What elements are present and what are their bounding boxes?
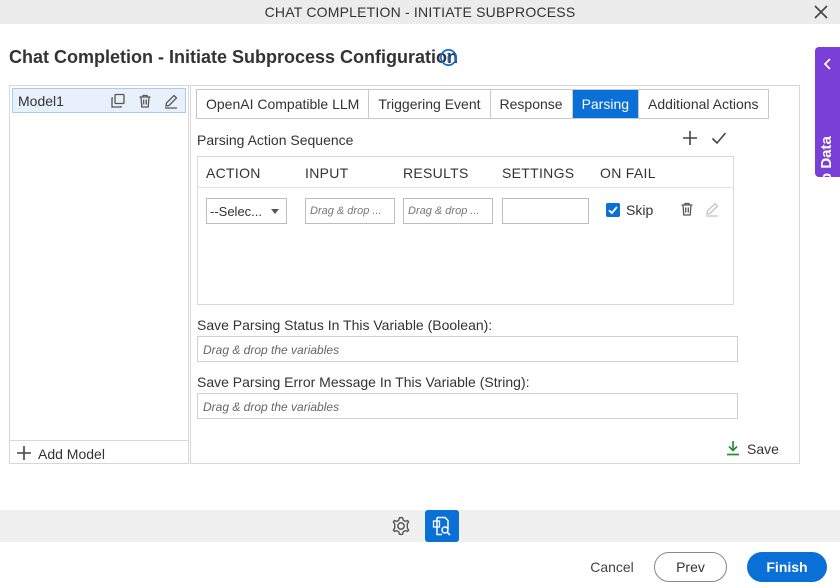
tab-response[interactable]: Response	[490, 90, 573, 118]
add-row-icon[interactable]	[682, 130, 698, 146]
plus-icon	[17, 446, 31, 460]
prev-button[interactable]: Prev	[654, 552, 727, 582]
status-variable-label: Save Parsing Status In This Variable (Bo…	[197, 317, 493, 333]
document-search-icon	[432, 516, 451, 536]
parsing-action-table: ACTION INPUT RESULTS SETTINGS ON FAIL --…	[197, 156, 734, 305]
input-drop-field[interactable]: Drag & drop ...	[305, 198, 395, 224]
error-variable-field[interactable]: Drag & drop the variables	[197, 393, 738, 419]
info-icon[interactable]	[439, 48, 458, 67]
parsing-sequence-label: Parsing Action Sequence	[197, 132, 354, 148]
add-model-label: Add Model	[38, 446, 105, 462]
gear-icon[interactable]	[390, 515, 412, 537]
tab-bar: OpenAI Compatible LLM Triggering Event R…	[196, 89, 769, 119]
column-header-input: INPUT	[305, 165, 349, 181]
cancel-button[interactable]: Cancel	[580, 552, 644, 582]
column-header-on-fail: ON FAIL	[600, 165, 656, 181]
model-list-panel: Model1 Add Model	[9, 85, 189, 464]
delete-row-icon[interactable]	[679, 201, 695, 217]
tab-parsing[interactable]: Parsing	[572, 90, 640, 118]
chevron-left-icon	[823, 58, 831, 70]
model-item-label: Model1	[18, 93, 64, 109]
bottom-toolbar	[0, 510, 840, 542]
app-data-label: App Data	[818, 136, 835, 202]
model-item[interactable]: Model1	[12, 88, 186, 113]
page-title: Chat Completion - Initiate Subprocess Co…	[9, 47, 459, 67]
configuration-panel: OpenAI Compatible LLM Triggering Event R…	[190, 85, 800, 464]
tab-openai-compatible-llm[interactable]: OpenAI Compatible LLM	[197, 90, 370, 118]
edit-icon[interactable]	[163, 93, 179, 109]
results-drop-field[interactable]: Drag & drop ...	[403, 198, 493, 224]
error-variable-label: Save Parsing Error Message In This Varia…	[197, 374, 530, 390]
column-header-action: ACTION	[206, 165, 261, 181]
table-header: ACTION INPUT RESULTS SETTINGS ON FAIL	[198, 157, 733, 188]
app-data-tab[interactable]: App Data	[815, 47, 840, 202]
save-button[interactable]: Save	[725, 439, 785, 459]
column-header-results: RESULTS	[403, 165, 469, 181]
action-select-value: --Selec...	[210, 204, 263, 219]
skip-checkbox[interactable]	[606, 203, 620, 217]
trash-icon[interactable]	[137, 93, 153, 109]
app-data-mapping-button[interactable]	[425, 510, 459, 542]
column-header-settings: SETTINGS	[502, 165, 575, 181]
close-icon[interactable]	[813, 4, 829, 20]
edit-row-icon	[706, 202, 719, 217]
tab-additional-actions[interactable]: Additional Actions	[639, 90, 768, 118]
save-label: Save	[747, 441, 779, 457]
tab-triggering-event[interactable]: Triggering Event	[369, 90, 491, 118]
skip-label: Skip	[626, 202, 654, 218]
status-variable-field[interactable]: Drag & drop the variables	[197, 336, 738, 362]
finish-button[interactable]: Finish	[747, 552, 827, 582]
check-icon[interactable]	[711, 130, 727, 146]
add-model-button[interactable]: Add Model	[10, 440, 188, 464]
settings-field[interactable]	[502, 198, 589, 224]
action-select[interactable]: --Selec...	[206, 198, 287, 224]
download-icon	[727, 441, 739, 456]
copy-icon[interactable]	[110, 93, 126, 109]
window-title: CHAT COMPLETION - INITIATE SUBPROCESS	[264, 4, 576, 20]
window-titlebar: CHAT COMPLETION - INITIATE SUBPROCESS	[0, 0, 840, 24]
dropdown-arrow-icon	[271, 209, 279, 214]
